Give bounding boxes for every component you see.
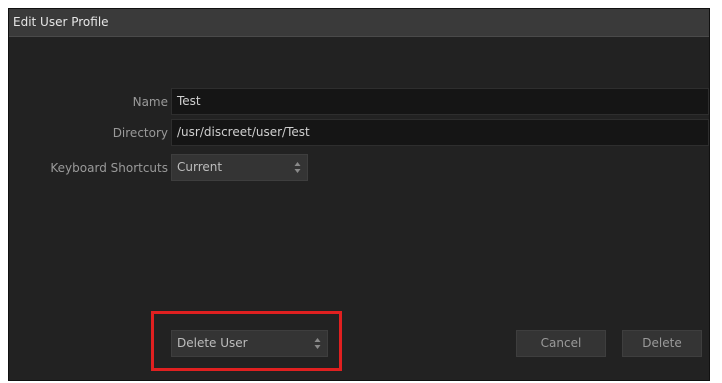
name-label: Name	[132, 95, 168, 109]
name-field[interactable]: Test	[171, 88, 709, 115]
keyboard-shortcuts-label: Keyboard Shortcuts	[50, 161, 168, 175]
up-down-arrows-icon	[294, 159, 301, 176]
dialog-title: Edit User Profile	[13, 15, 109, 29]
title-bar: Edit User Profile	[9, 9, 709, 37]
edit-user-profile-dialog: Edit User Profile Name Test Directory /u…	[8, 8, 710, 381]
delete-button[interactable]: Delete	[622, 330, 702, 357]
highlight-box	[151, 311, 342, 371]
keyboard-shortcuts-select[interactable]: Current	[171, 154, 308, 181]
directory-field[interactable]: /usr/discreet/user/Test	[171, 119, 709, 146]
cancel-button[interactable]: Cancel	[516, 330, 606, 357]
directory-label: Directory	[112, 126, 168, 140]
keyboard-shortcuts-value: Current	[177, 160, 223, 174]
